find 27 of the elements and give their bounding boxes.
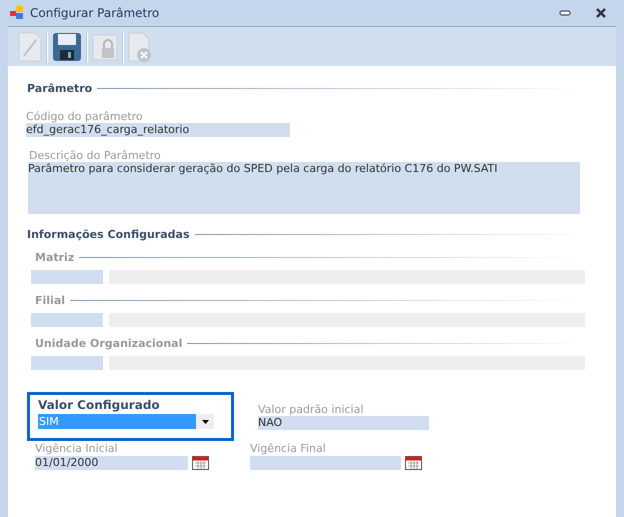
caret-icon (196, 414, 214, 429)
close-icon[interactable] (595, 8, 607, 18)
section-heading: Matriz (35, 251, 74, 264)
field-label: Vigência Final (250, 442, 327, 455)
field-label: Código do parâmetro (26, 110, 144, 123)
code-field[interactable] (31, 270, 103, 284)
floppy-disk-icon[interactable] (52, 32, 82, 62)
minimize-icon[interactable] (559, 9, 571, 17)
section-heading: Unidade Organizacional (35, 337, 182, 350)
code-field[interactable]: efd_gerac176_carga_relatorio (26, 123, 290, 137)
app-icon (10, 6, 24, 20)
section-heading: Parâmetro (27, 82, 92, 95)
date-field[interactable] (250, 456, 401, 470)
calendar-icon[interactable] (405, 455, 422, 470)
description-field[interactable]: Parâmetro para considerar geração do SPED pela carga do relatório C176 do PW.SATI (28, 162, 580, 214)
date-field[interactable]: 01/01/2000 (35, 456, 188, 470)
code-field[interactable] (31, 313, 103, 327)
code-field[interactable] (31, 356, 103, 370)
field-label: Valor padrão inicial (258, 403, 364, 416)
field-label: Vigência Inicial (35, 442, 119, 455)
calendar-icon[interactable] (192, 455, 209, 470)
field-label: Valor Configurado (38, 398, 161, 412)
section-heading: Informações Configuradas (27, 228, 190, 241)
window-title: Configurar Parâmetro (30, 6, 160, 20)
default-value-field[interactable]: NAO (258, 416, 429, 430)
section-heading: Filial (35, 294, 66, 307)
field-label: Descrição do Parâmetro (29, 149, 162, 162)
